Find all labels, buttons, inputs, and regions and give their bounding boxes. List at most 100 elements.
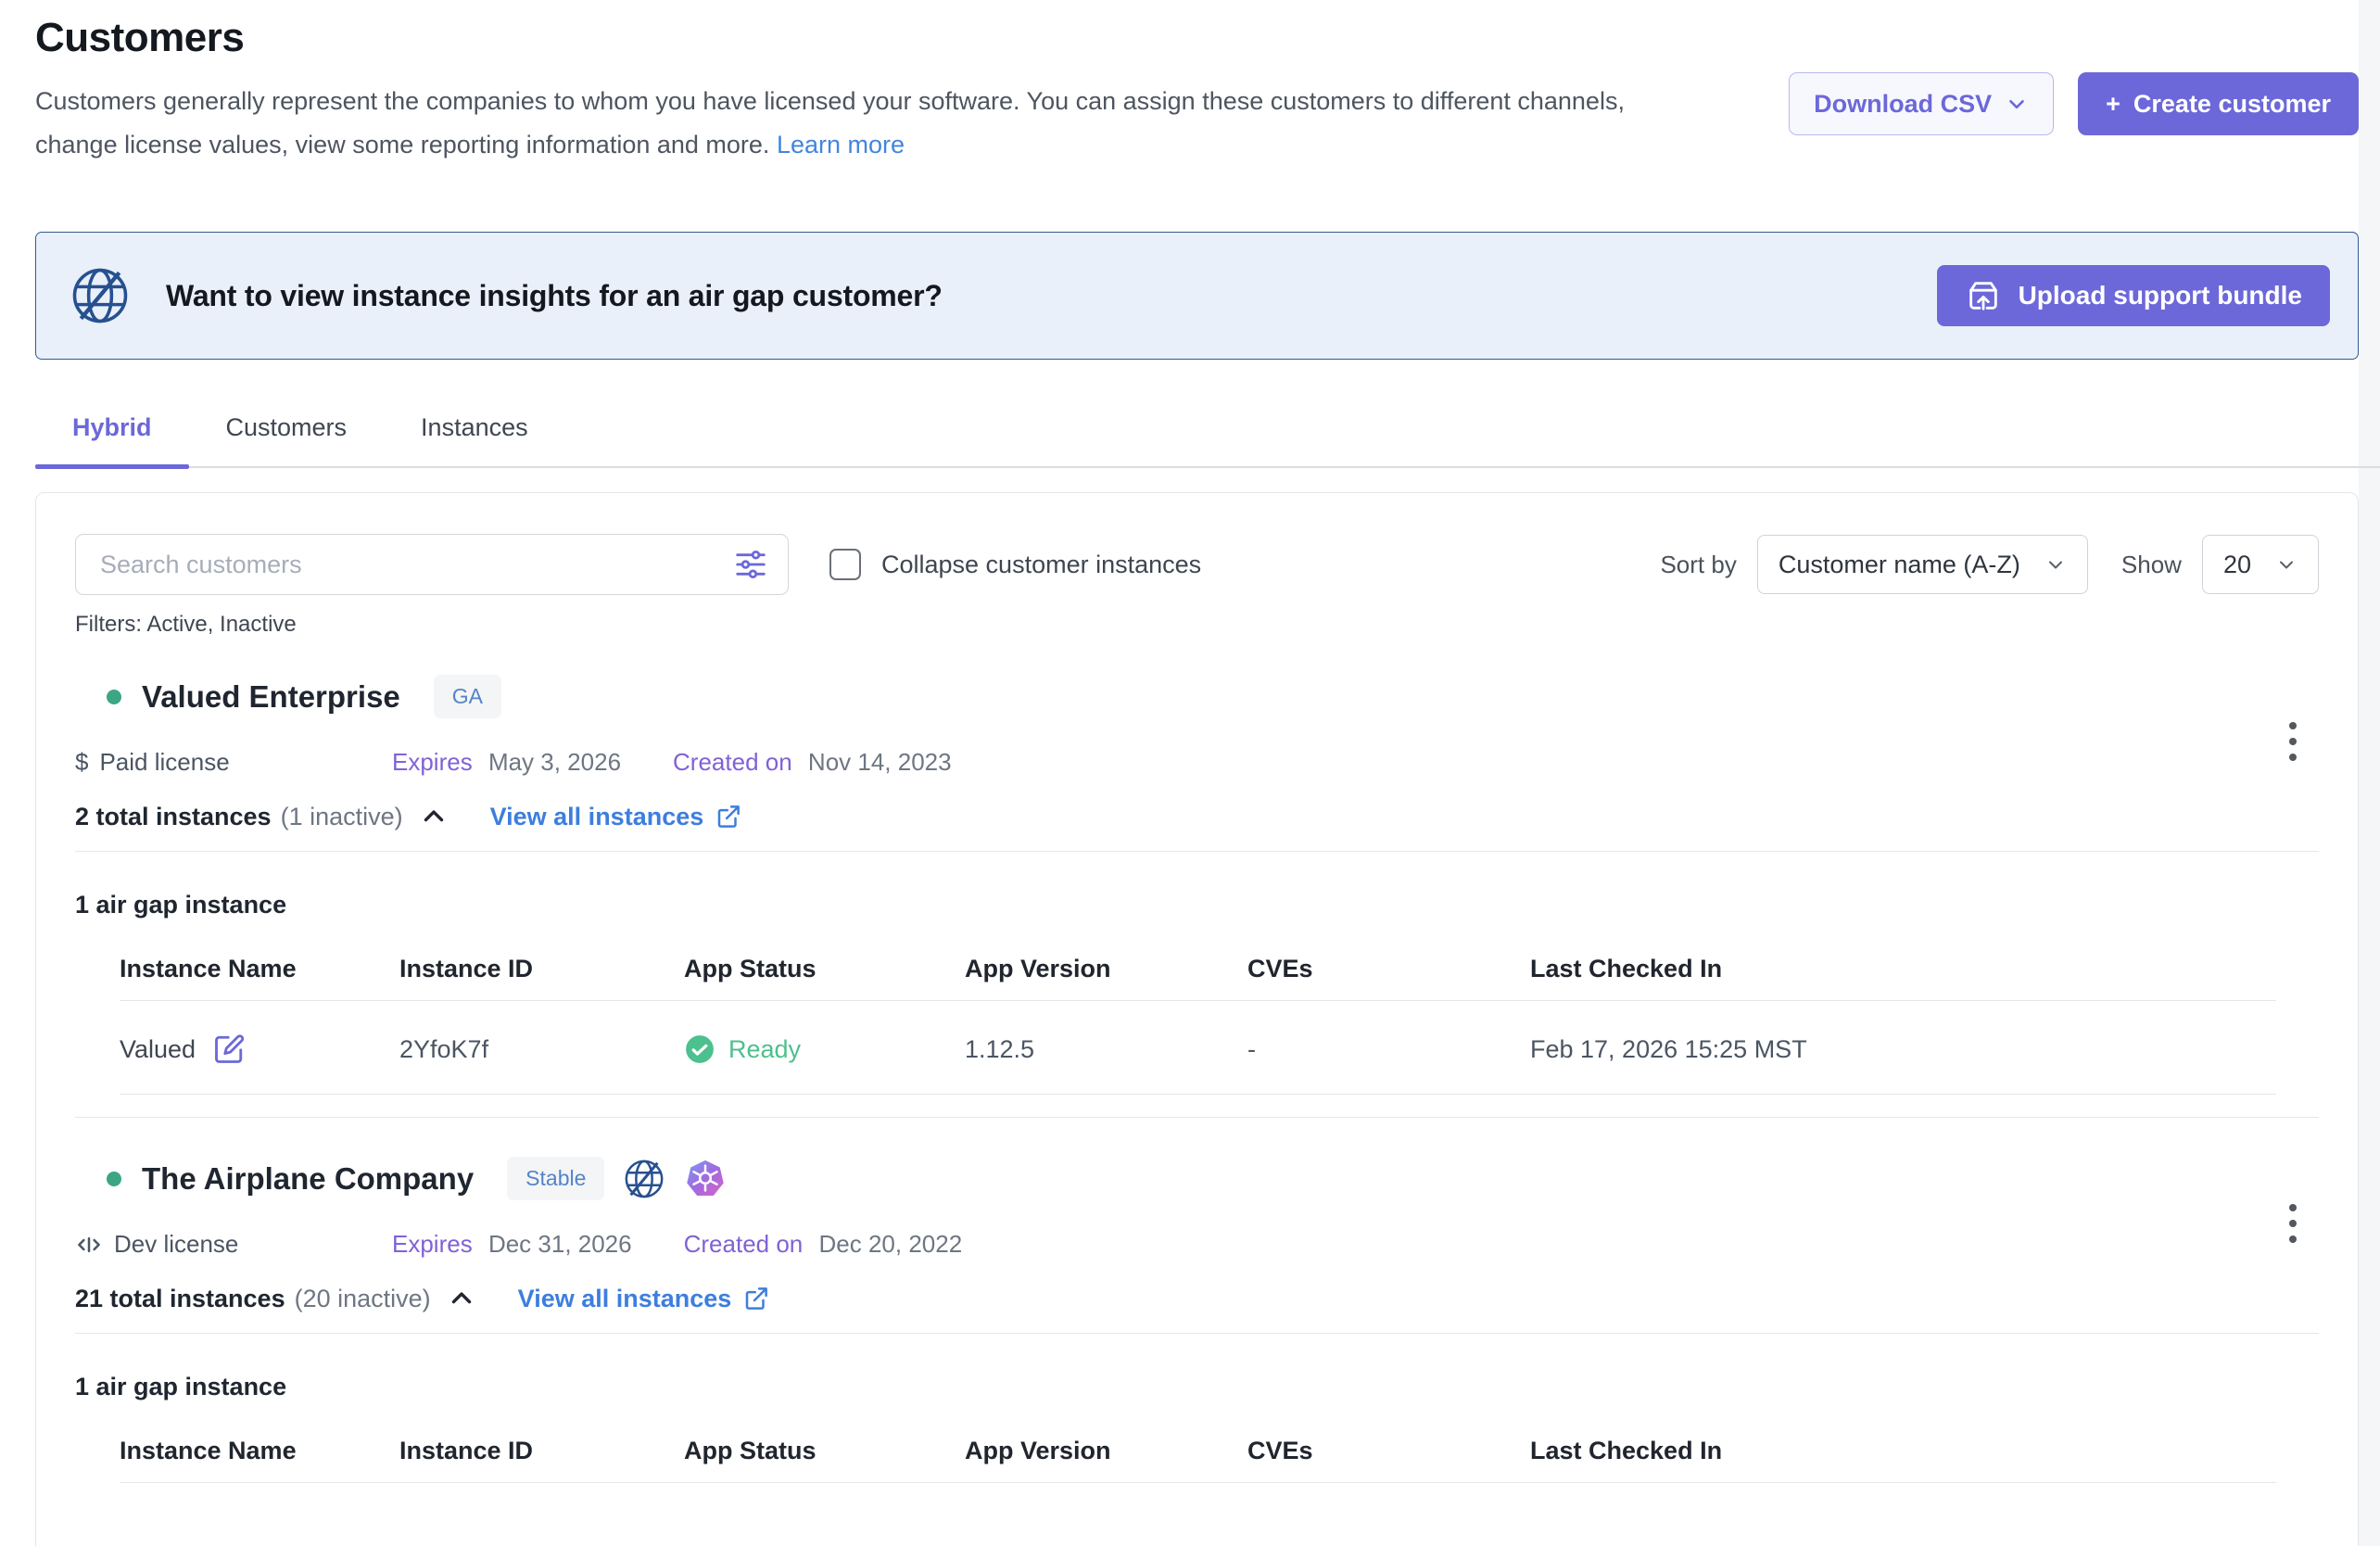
airgap-globe-icon xyxy=(623,1158,665,1200)
code-icon xyxy=(75,1231,103,1259)
chevron-down-icon xyxy=(2275,553,2298,576)
created-label: Created on xyxy=(684,1230,804,1258)
col-app-version: App Version xyxy=(965,949,1247,1001)
col-cves: CVEs xyxy=(1247,1431,1530,1483)
instances-total: 21 total instances xyxy=(75,1285,285,1313)
sort-by-label: Sort by xyxy=(1660,551,1736,579)
app-status: Ready xyxy=(684,1033,965,1065)
dollar-icon: $ xyxy=(75,748,88,777)
filter-sliders-icon[interactable] xyxy=(733,547,768,582)
col-last-checked-in: Last Checked In xyxy=(1530,1431,2276,1483)
table-header-row: Instance Name Instance ID App Status App… xyxy=(120,1431,2276,1483)
banner-title: Want to view instance insights for an ai… xyxy=(166,279,943,313)
channel-badge: GA xyxy=(434,675,501,718)
sort-by-value: Customer name (A-Z) xyxy=(1779,551,2020,579)
external-link-icon xyxy=(742,1285,770,1312)
upload-bundle-icon xyxy=(1965,277,2002,314)
col-instance-id: Instance ID xyxy=(399,1431,684,1483)
customers-card: Collapse customer instances Sort by Cust… xyxy=(35,492,2359,1546)
download-csv-button[interactable]: Download CSV xyxy=(1789,72,2054,135)
customer-name[interactable]: The Airplane Company xyxy=(142,1161,474,1197)
airgap-globe-icon xyxy=(70,265,131,326)
collapse-instances-checkbox[interactable] xyxy=(829,549,861,580)
collapse-instances-label[interactable]: Collapse customer instances xyxy=(881,551,1201,579)
view-tabs: Hybrid Customers Instances xyxy=(35,413,2380,468)
tab-customers[interactable]: Customers xyxy=(189,413,385,466)
last-checked-in: Feb 17, 2026 15:25 MST xyxy=(1530,1001,2276,1095)
header-actions: Download CSV + Create customer xyxy=(1789,72,2359,167)
instances-summary: 2 total instances (1 inactive) View all … xyxy=(75,801,2319,832)
customer-menu-button[interactable] xyxy=(2274,716,2311,767)
scrollbar[interactable] xyxy=(2359,0,2380,1546)
customer-name[interactable]: Valued Enterprise xyxy=(142,679,400,715)
chevron-up-icon[interactable] xyxy=(446,1283,477,1314)
chevron-down-icon xyxy=(2045,553,2067,576)
customer-menu-button[interactable] xyxy=(2274,1198,2311,1249)
create-customer-label: Create customer xyxy=(2133,90,2331,119)
instances-summary: 21 total instances (20 inactive) View al… xyxy=(75,1283,2319,1314)
chevron-up-icon[interactable] xyxy=(418,801,449,832)
show-label: Show xyxy=(2121,551,2182,579)
kubernetes-icon xyxy=(684,1158,727,1200)
instance-name: Valued xyxy=(120,1035,196,1064)
view-all-instances-link[interactable]: View all instances xyxy=(518,1285,771,1313)
customer-row-valued-enterprise: Valued Enterprise GA $ Paid license Expi… xyxy=(75,675,2319,1095)
expires-label: Expires xyxy=(392,748,473,776)
customers-page: Customers Customers generally represent … xyxy=(0,0,2380,1546)
edit-icon[interactable] xyxy=(212,1033,246,1066)
airgap-instances-heading: 1 air gap instance xyxy=(75,891,2319,919)
customer-row-the-airplane-company: The Airplane Company Stable xyxy=(75,1157,2319,1483)
col-instance-name: Instance Name xyxy=(120,949,399,1001)
sort-by-select[interactable]: Customer name (A-Z) xyxy=(1757,535,2088,594)
col-instance-id: Instance ID xyxy=(399,949,684,1001)
expires-label: Expires xyxy=(392,1230,473,1258)
tab-hybrid[interactable]: Hybrid xyxy=(35,413,189,466)
tab-instances[interactable]: Instances xyxy=(384,413,565,466)
col-instance-name: Instance Name xyxy=(120,1431,399,1483)
app-version: 1.12.5 xyxy=(965,1001,1247,1095)
active-status-dot xyxy=(107,690,121,704)
license-type: Dev license xyxy=(114,1230,238,1259)
view-all-instances-link[interactable]: View all instances xyxy=(490,803,743,831)
page-header: Customers Customers generally represent … xyxy=(35,15,2359,167)
col-cves: CVEs xyxy=(1247,949,1530,1001)
create-customer-button[interactable]: + Create customer xyxy=(2078,72,2359,135)
upload-support-bundle-label: Upload support bundle xyxy=(2019,281,2302,310)
instances-table: Instance Name Instance ID App Status App… xyxy=(120,1431,2276,1483)
instances-inactive: (1 inactive) xyxy=(281,803,403,831)
upload-support-bundle-button[interactable]: Upload support bundle xyxy=(1937,265,2330,326)
table-row: Valued 2YfoK7f Ready 1.12.5 - Feb 17, 20… xyxy=(120,1001,2276,1095)
table-header-row: Instance Name Instance ID App Status App… xyxy=(120,949,2276,1001)
col-app-status: App Status xyxy=(684,949,965,1001)
external-link-icon xyxy=(715,803,742,830)
toolbar: Collapse customer instances Sort by Cust… xyxy=(75,534,2319,595)
customer-meta: Dev license Expires Dec 31, 2026 Created… xyxy=(75,1230,2319,1259)
expires-date: Dec 31, 2026 xyxy=(488,1230,632,1258)
airgap-instances-heading: 1 air gap instance xyxy=(75,1373,2319,1401)
created-date: Nov 14, 2023 xyxy=(808,748,952,776)
customer-meta: $ Paid license Expires May 3, 2026 Creat… xyxy=(75,748,2319,777)
col-app-version: App Version xyxy=(965,1431,1247,1483)
cves-value: - xyxy=(1247,1001,1530,1095)
page-description: Customers generally represent the compan… xyxy=(35,80,1666,167)
chevron-down-icon xyxy=(2005,92,2029,116)
instance-id: 2YfoK7f xyxy=(399,1001,684,1095)
instances-table: Instance Name Instance ID App Status App… xyxy=(120,949,2276,1095)
instances-total: 2 total instances xyxy=(75,803,272,831)
show-count-value: 20 xyxy=(2223,551,2251,579)
show-count-select[interactable]: 20 xyxy=(2202,535,2319,594)
active-filters-text: Filters: Active, Inactive xyxy=(75,612,2319,638)
col-app-status: App Status xyxy=(684,1431,965,1483)
download-csv-label: Download CSV xyxy=(1814,90,1992,119)
check-circle-icon xyxy=(684,1033,715,1065)
expires-date: May 3, 2026 xyxy=(488,748,621,776)
instances-inactive: (20 inactive) xyxy=(295,1285,431,1313)
search-input[interactable] xyxy=(75,534,789,595)
learn-more-link[interactable]: Learn more xyxy=(777,131,905,158)
license-type: Paid license xyxy=(99,748,229,777)
created-label: Created on xyxy=(673,748,792,776)
plus-icon: + xyxy=(2106,90,2120,119)
airgap-insights-banner: Want to view instance insights for an ai… xyxy=(35,232,2359,360)
created-date: Dec 20, 2022 xyxy=(819,1230,963,1258)
active-status-dot xyxy=(107,1172,121,1186)
